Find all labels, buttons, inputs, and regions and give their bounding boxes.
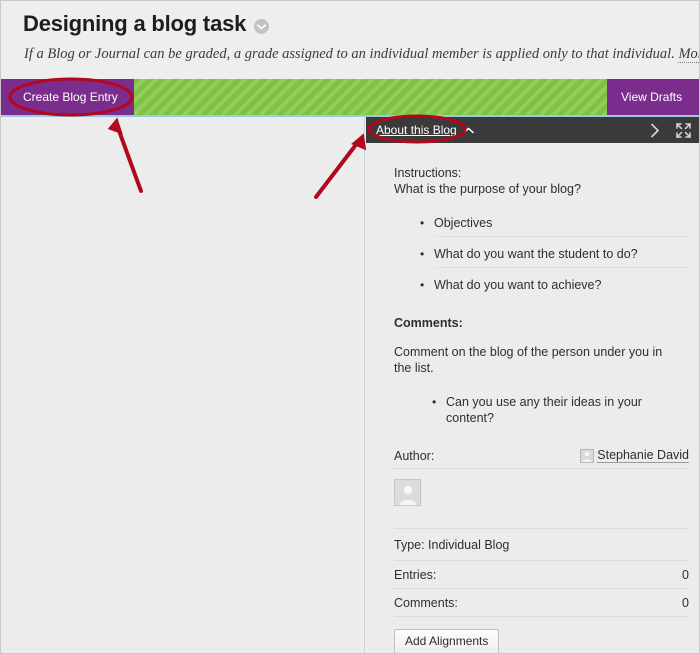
- list-item: What do you want to achieve?: [420, 273, 689, 298]
- panel-header: About this Blog: [366, 117, 699, 143]
- fullscreen-expand-icon[interactable]: [676, 122, 691, 138]
- view-drafts-button[interactable]: View Drafts: [621, 79, 682, 115]
- page-header: Designing a blog task If a Blog or Journ…: [1, 1, 699, 79]
- panel-body: Instructions: What is the purpose of you…: [366, 143, 699, 653]
- action-bar: Create Blog Entry View Drafts: [1, 79, 699, 115]
- content-area: About this Blog Instructions: What is th…: [1, 117, 699, 653]
- chevron-down-circle-icon[interactable]: [254, 19, 270, 34]
- instructions-question: What is the purpose of your blog?: [394, 182, 581, 196]
- create-blog-entry-button[interactable]: Create Blog Entry: [23, 79, 118, 115]
- list-item: Can you use any their ideas in your cont…: [432, 394, 646, 426]
- user-avatar-icon: [580, 448, 595, 463]
- page-title-row: Designing a blog task: [23, 11, 270, 37]
- comments-count-value: 0: [682, 596, 689, 610]
- blog-type-label: Type: Individual Blog: [394, 529, 689, 561]
- chevron-right-icon[interactable]: [650, 123, 660, 138]
- author-name-link[interactable]: Stephanie David: [597, 448, 689, 463]
- instruction-bullet-list: Objectives What do you want the student …: [394, 211, 689, 298]
- list-item: What do you want the student to do?: [420, 242, 689, 268]
- entries-row: Entries: 0: [394, 561, 689, 589]
- comments-description: Comment on the blog of the person under …: [394, 345, 663, 375]
- page-description-text: If a Blog or Journal can be graded, a gr…: [24, 46, 675, 62]
- striped-progress-band: [134, 79, 607, 115]
- panel-icon-group: [650, 117, 691, 143]
- list-item: Objectives: [420, 211, 689, 237]
- instructions-label: Instructions:: [394, 166, 462, 180]
- page-title: Designing a blog task: [23, 11, 247, 36]
- author-row: Author: Stephanie David: [394, 448, 689, 469]
- comments-count-row: Comments: 0: [394, 589, 689, 617]
- about-this-blog-panel: About this Blog Instructions: What is th…: [366, 117, 699, 653]
- comment-bullet-list: Can you use any their ideas in your cont…: [394, 394, 689, 426]
- screenshot-root: Designing a blog task If a Blog or Journ…: [0, 0, 700, 654]
- author-label: Author:: [394, 448, 435, 463]
- panel-title-link[interactable]: About this Blog: [376, 123, 457, 137]
- entries-label: Entries:: [394, 568, 437, 582]
- author-value: Stephanie David: [580, 448, 689, 463]
- entries-value: 0: [682, 568, 689, 582]
- more-help-link[interactable]: More Help: [678, 46, 699, 63]
- chevron-up-icon[interactable]: [462, 127, 474, 134]
- blog-entries-pane: [1, 117, 365, 653]
- page-description: If a Blog or Journal can be graded, a gr…: [24, 45, 699, 63]
- comments-count-label: Comments:: [394, 596, 458, 610]
- comments-heading: Comments:: [394, 316, 463, 330]
- add-alignments-button[interactable]: Add Alignments: [394, 629, 500, 653]
- avatar: [394, 479, 421, 506]
